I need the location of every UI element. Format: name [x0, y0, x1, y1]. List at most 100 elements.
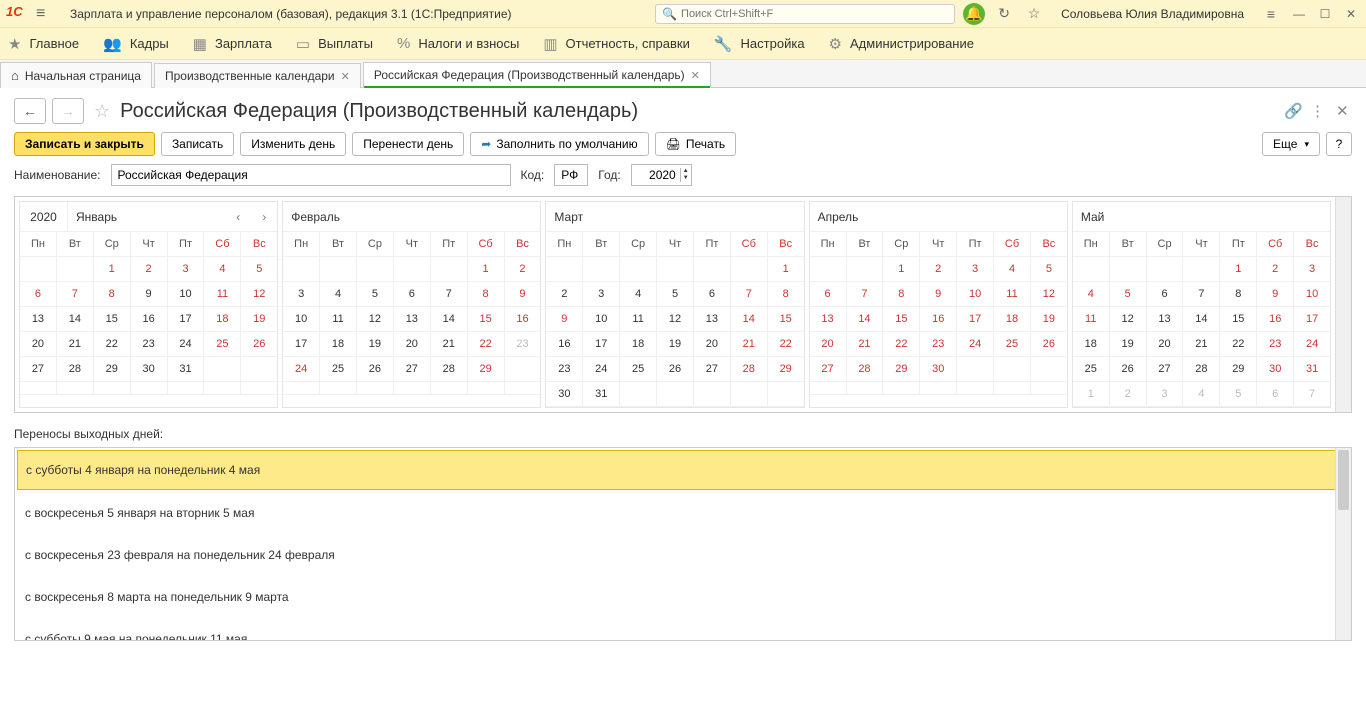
day-cell[interactable]: 18: [204, 307, 241, 332]
day-cell[interactable]: 25: [1073, 357, 1110, 382]
transfer-row[interactable]: с воскресенья 8 марта на понедельник 9 м…: [15, 576, 1351, 618]
day-cell[interactable]: 21: [1183, 332, 1220, 357]
day-cell[interactable]: 21: [847, 332, 884, 357]
day-cell[interactable]: 5: [1110, 282, 1147, 307]
day-cell[interactable]: 10: [957, 282, 994, 307]
day-cell[interactable]: 24: [957, 332, 994, 357]
day-cell[interactable]: 26: [357, 357, 394, 382]
day-cell[interactable]: 17: [1294, 307, 1330, 332]
menu-item[interactable]: %Налоги и взносы: [397, 35, 519, 52]
day-cell[interactable]: 22: [1220, 332, 1257, 357]
day-cell[interactable]: 1: [94, 257, 131, 282]
day-cell[interactable]: 29: [468, 357, 505, 382]
menu-item[interactable]: 👥Кадры: [103, 35, 169, 53]
day-cell[interactable]: 12: [1110, 307, 1147, 332]
day-cell[interactable]: 19: [1110, 332, 1147, 357]
settings-icon[interactable]: ≡: [1260, 3, 1282, 25]
day-cell[interactable]: 25: [320, 357, 357, 382]
day-cell[interactable]: 6: [810, 282, 847, 307]
day-cell[interactable]: 17: [957, 307, 994, 332]
day-cell[interactable]: 23: [1257, 332, 1294, 357]
day-cell[interactable]: 12: [241, 282, 277, 307]
history-icon[interactable]: ↻: [993, 3, 1015, 25]
day-cell[interactable]: 26: [657, 357, 694, 382]
day-cell[interactable]: 20: [810, 332, 847, 357]
day-cell[interactable]: 16: [1257, 307, 1294, 332]
favorite-icon[interactable]: ☆: [90, 101, 114, 122]
day-cell[interactable]: 6: [20, 282, 57, 307]
day-cell[interactable]: 22: [468, 332, 505, 357]
day-cell[interactable]: 11: [1073, 307, 1110, 332]
day-cell[interactable]: 11: [994, 282, 1031, 307]
link-icon[interactable]: 🔗: [1284, 102, 1300, 120]
help-button[interactable]: ?: [1326, 132, 1352, 156]
menu-item[interactable]: ▭Выплаты: [296, 35, 373, 53]
fill-default-button[interactable]: ➦Заполнить по умолчанию: [470, 132, 648, 156]
day-cell[interactable]: 28: [57, 357, 94, 382]
day-cell[interactable]: 2: [546, 282, 583, 307]
day-cell[interactable]: 30: [920, 357, 957, 382]
tab-home[interactable]: ⌂ Начальная страница: [0, 62, 152, 88]
transfer-row[interactable]: с воскресенья 5 января на вторник 5 мая: [15, 492, 1351, 534]
day-cell[interactable]: 16: [920, 307, 957, 332]
day-cell[interactable]: 20: [1147, 332, 1184, 357]
transfer-row[interactable]: с субботы 4 января на понедельник 4 мая: [17, 450, 1349, 490]
day-cell[interactable]: 6: [1257, 382, 1294, 407]
day-cell[interactable]: 7: [731, 282, 768, 307]
day-cell[interactable]: 26: [1110, 357, 1147, 382]
transfer-row[interactable]: с субботы 9 мая на понедельник 11 мая: [15, 618, 1351, 640]
day-cell[interactable]: 18: [320, 332, 357, 357]
day-cell[interactable]: 19: [241, 307, 277, 332]
day-cell[interactable]: 11: [204, 282, 241, 307]
day-cell[interactable]: 15: [94, 307, 131, 332]
name-input[interactable]: [111, 164, 511, 186]
scrollbar[interactable]: [1335, 197, 1351, 412]
day-cell[interactable]: 6: [1147, 282, 1184, 307]
menu-item[interactable]: ▥Отчетность, справки: [543, 35, 690, 53]
day-cell[interactable]: 8: [1220, 282, 1257, 307]
day-cell[interactable]: 10: [1294, 282, 1330, 307]
day-cell[interactable]: 22: [768, 332, 804, 357]
year-input[interactable]: [632, 165, 680, 185]
star-icon[interactable]: ☆: [1023, 3, 1045, 25]
day-cell[interactable]: 27: [20, 357, 57, 382]
day-cell[interactable]: 5: [241, 257, 277, 282]
day-cell[interactable]: 1: [468, 257, 505, 282]
day-cell[interactable]: 17: [283, 332, 320, 357]
day-cell[interactable]: 13: [394, 307, 431, 332]
day-cell[interactable]: 7: [57, 282, 94, 307]
day-cell[interactable]: 1: [768, 257, 804, 282]
day-cell[interactable]: 17: [583, 332, 620, 357]
day-cell[interactable]: 13: [694, 307, 731, 332]
day-cell[interactable]: 14: [847, 307, 884, 332]
day-cell[interactable]: 19: [1031, 307, 1067, 332]
day-cell[interactable]: 7: [1294, 382, 1330, 407]
day-cell[interactable]: 21: [731, 332, 768, 357]
more-button[interactable]: Еще▾: [1262, 132, 1320, 156]
day-cell[interactable]: 1: [883, 257, 920, 282]
scrollbar[interactable]: [1335, 448, 1351, 640]
chevron-down-icon[interactable]: ▼: [683, 175, 689, 182]
menu-item[interactable]: ⚙Администрирование: [829, 35, 974, 53]
day-cell[interactable]: 23: [546, 357, 583, 382]
day-cell[interactable]: 29: [94, 357, 131, 382]
day-cell[interactable]: 7: [431, 282, 468, 307]
menu-item[interactable]: ★Главное: [8, 35, 79, 53]
day-cell[interactable]: 9: [505, 282, 541, 307]
day-cell[interactable]: 23: [920, 332, 957, 357]
day-cell[interactable]: 19: [357, 332, 394, 357]
transfer-row[interactable]: с воскресенья 23 февраля на понедельник …: [15, 534, 1351, 576]
day-cell[interactable]: 7: [1183, 282, 1220, 307]
day-cell[interactable]: 5: [1220, 382, 1257, 407]
tab-calendar-rf[interactable]: Российская Федерация (Производственный к…: [363, 62, 711, 88]
day-cell[interactable]: 6: [694, 282, 731, 307]
day-cell[interactable]: 21: [431, 332, 468, 357]
day-cell[interactable]: 2: [131, 257, 168, 282]
day-cell[interactable]: 18: [994, 307, 1031, 332]
menu-item[interactable]: 🔧Настройка: [714, 35, 805, 53]
day-cell[interactable]: 1: [1220, 257, 1257, 282]
day-cell[interactable]: 15: [1220, 307, 1257, 332]
day-cell[interactable]: 4: [320, 282, 357, 307]
year-spinner[interactable]: ▲▼: [631, 164, 692, 186]
menu-item[interactable]: ▦Зарплата: [193, 35, 272, 53]
